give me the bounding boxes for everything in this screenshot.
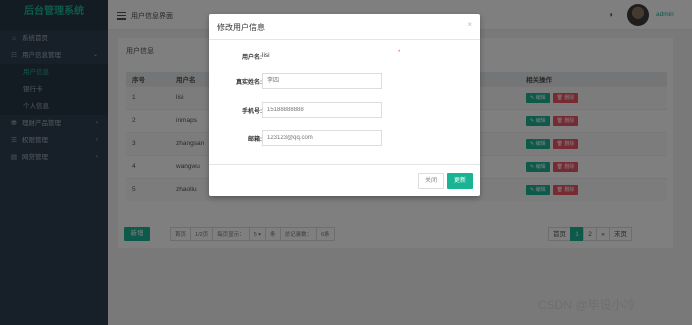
form-row-phone: 手机号: (209, 102, 480, 118)
close-button[interactable]: 关闭 (418, 173, 444, 189)
form-row-username: 用户名: lisi * (209, 48, 480, 64)
realname-label: 真实姓名: (236, 80, 262, 86)
phone-label: 手机号: (242, 109, 262, 115)
email-label: 邮箱: (248, 137, 262, 143)
modal-title: 修改用户信息 (217, 23, 265, 32)
username-label: 用户名: (242, 55, 262, 61)
edit-user-modal: 修改用户信息 × 用户名: lisi * 真实姓名: 手机号: 邮箱: 关闭 更… (209, 14, 480, 196)
phone-input[interactable] (262, 102, 382, 118)
update-button[interactable]: 更新 (447, 173, 473, 189)
modal-footer: 关闭 更新 (209, 164, 480, 196)
form-row-realname: 真实姓名: (209, 73, 480, 89)
realname-input[interactable] (262, 73, 382, 89)
required-mark: * (398, 50, 401, 56)
modal-header: 修改用户信息 × (209, 14, 480, 40)
form-row-email: 邮箱: (209, 130, 480, 146)
email-input[interactable] (262, 130, 382, 146)
username-value: lisi (262, 52, 270, 59)
close-icon[interactable]: × (467, 20, 472, 29)
